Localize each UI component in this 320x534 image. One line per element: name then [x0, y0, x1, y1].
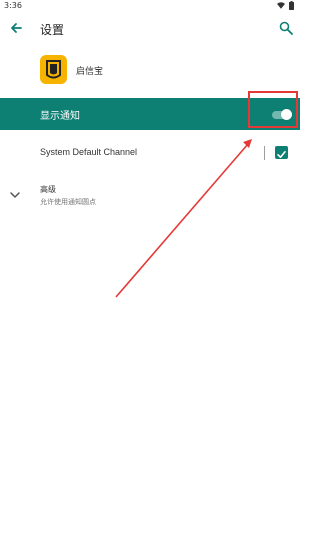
status-icons [277, 1, 294, 10]
arrow-back-icon[interactable] [8, 20, 24, 36]
app-info-row: 启信宝 [0, 55, 300, 91]
channel-row[interactable]: System Default Channel [0, 140, 300, 166]
channel-checkbox[interactable] [275, 146, 288, 159]
divider [264, 146, 265, 160]
status-time: 3:36 [4, 1, 22, 10]
annotation-highlight-box [248, 91, 298, 128]
app-logo-icon [40, 55, 67, 84]
page-title: 设置 [40, 23, 65, 37]
status-bar: 3:36 [0, 0, 300, 12]
app-bar: 设置 [0, 14, 300, 44]
chevron-down-icon [10, 192, 20, 198]
advanced-subtitle: 允许使用通知圆点 [40, 198, 96, 206]
advanced-row[interactable]: 高级 允许使用通知圆点 [0, 182, 300, 212]
show-notifications-label: 显示通知 [40, 111, 80, 122]
wifi-icon [277, 2, 285, 9]
checkmark-icon [277, 151, 286, 158]
battery-icon [289, 1, 294, 10]
channel-label: System Default Channel [40, 147, 138, 157]
search-icon[interactable] [278, 20, 294, 36]
advanced-title: 高级 [40, 185, 56, 194]
app-name: 启信宝 [76, 67, 104, 77]
